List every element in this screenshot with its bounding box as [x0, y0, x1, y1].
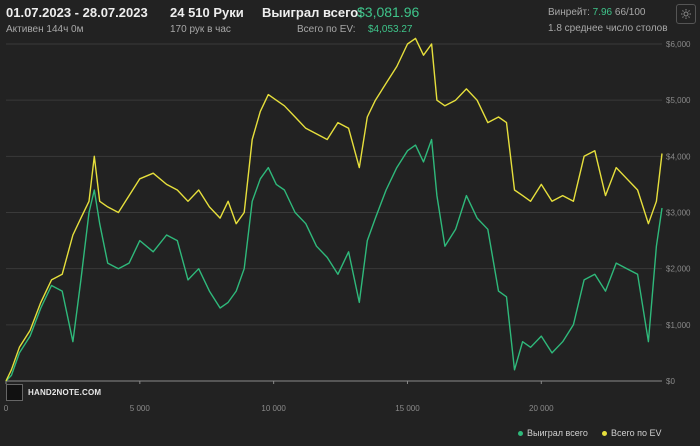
profit-chart: $0 $1,000 $2,000 $3,000 $4,000 $5,000 $6,000 0 5…	[4, 37, 691, 413]
y-tick-label: $4,000	[666, 152, 691, 161]
logo-mark-icon	[6, 384, 23, 401]
x-tick-label: 15 000	[395, 404, 420, 413]
y-tick-label: $0	[666, 377, 675, 386]
legend-label-ev: Всего по EV	[611, 428, 662, 438]
x-tick-label: 20 000	[529, 404, 554, 413]
series-line-ev	[5, 37, 663, 382]
logo-text: HAND2NOTE.COM	[28, 388, 102, 397]
series-line-won	[5, 138, 663, 382]
brand-logo: HAND2NOTE.COM	[6, 384, 101, 401]
x-tick-label: 10 000	[261, 404, 286, 413]
legend-dot-ev	[602, 430, 607, 436]
legend-label-won: Выиграл всего	[527, 428, 588, 438]
legend-item-won[interactable]: Выиграл всего	[518, 428, 588, 438]
legend-dot-won	[518, 430, 523, 436]
legend-item-ev[interactable]: Всего по EV	[602, 428, 661, 438]
y-tick-label: $5,000	[666, 96, 691, 105]
y-tick-label: $6,000	[666, 40, 691, 49]
x-tick-label: 5 000	[130, 404, 151, 413]
y-tick-label: $2,000	[666, 265, 691, 274]
y-tick-label: $3,000	[666, 209, 691, 218]
y-tick-label: $1,000	[666, 321, 691, 330]
x-tick-label: 0	[4, 404, 9, 413]
